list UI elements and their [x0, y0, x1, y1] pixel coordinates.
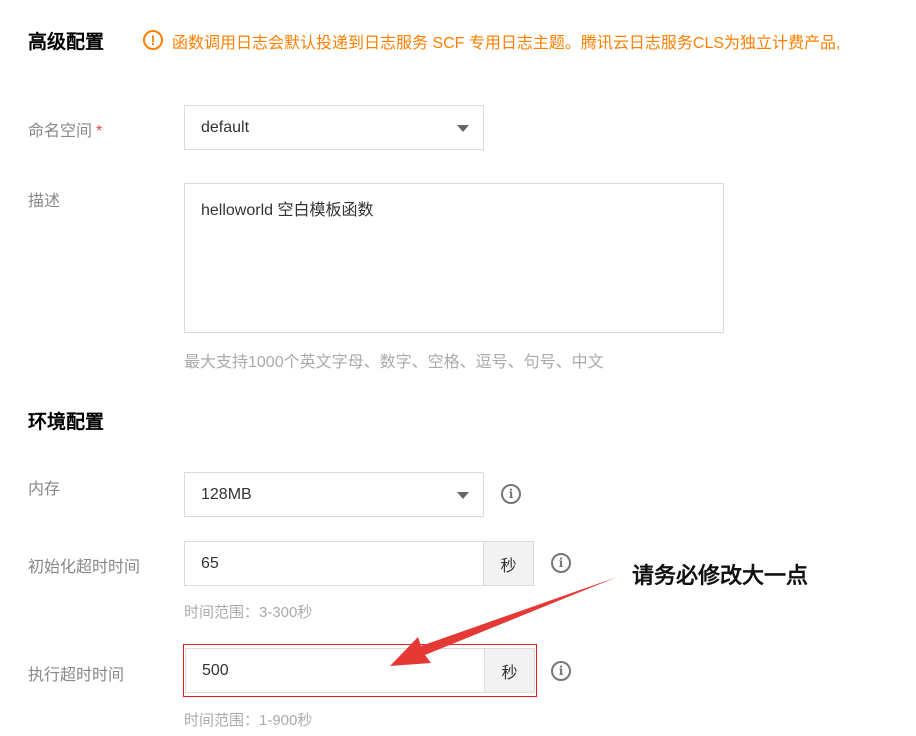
- annotation-arrow-icon: [390, 577, 617, 666]
- annotation-arrow-shape: [390, 577, 617, 666]
